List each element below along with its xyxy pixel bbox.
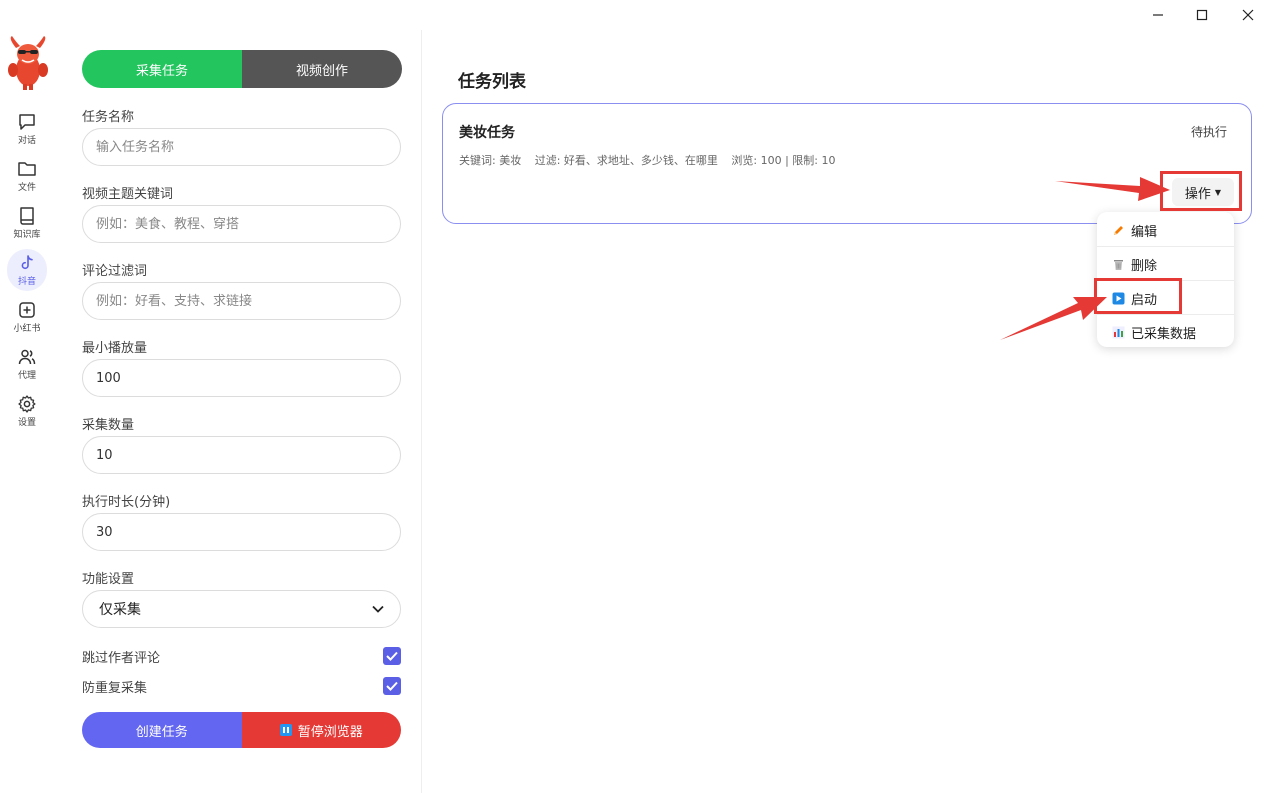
check-icon [386, 681, 398, 691]
maximize-icon [1196, 9, 1208, 21]
caret-down-icon: ▼ [1214, 187, 1222, 197]
chat-icon [19, 114, 35, 130]
menu-item-label: 删除 [1131, 258, 1158, 274]
minimize-button[interactable] [1146, 4, 1170, 26]
task-filter: 过滤: 好看、求地址、多少钱、在哪里 [534, 154, 718, 167]
task-list-title: 任务列表 [458, 72, 526, 92]
tab-video-create[interactable]: 视频创作 [242, 50, 402, 88]
sidebar-item-label: 文件 [17, 183, 36, 193]
keywords-label: 视频主题关键词 [82, 187, 174, 202]
sidebar-item-label: 设置 [17, 418, 36, 428]
bar-chart-icon [1111, 325, 1125, 339]
task-name-label: 任务名称 [82, 110, 135, 125]
sidebar-item-label: 代理 [17, 371, 36, 381]
function-setting-select[interactable]: 仅采集 [82, 590, 401, 628]
sidebar-item-settings[interactable]: 设置 [7, 390, 47, 432]
sidebar-item-files[interactable]: 文件 [7, 155, 47, 197]
task-card: 美妆任务 待执行 关键词: 美妆 过滤: 好看、求地址、多少钱、在哪里 浏览: … [442, 103, 1252, 224]
sidebar-item-label: 小红书 [13, 324, 41, 334]
trash-icon [1111, 257, 1125, 271]
task-name: 美妆任务 [459, 125, 515, 141]
filter-words-input[interactable] [82, 282, 401, 320]
collect-count-label: 采集数量 [82, 418, 135, 433]
sidebar-item-proxy[interactable]: 代理 [7, 343, 47, 385]
check-icon [386, 651, 398, 661]
menu-item-label: 编辑 [1131, 224, 1158, 240]
create-task-button[interactable]: 创建任务 [82, 712, 242, 748]
folder-icon [18, 162, 36, 176]
arrow-to-start-item [1000, 297, 1107, 340]
sidebar-item-xiaohongshu[interactable]: 小红书 [7, 296, 47, 338]
menu-item-start[interactable]: 启动 [1097, 281, 1234, 315]
menu-item-label: 启动 [1131, 292, 1158, 308]
close-button[interactable] [1236, 4, 1260, 26]
minimize-icon [1153, 14, 1163, 16]
menu-item-collected-data[interactable]: 已采集数据 [1097, 315, 1234, 349]
task-limits: 浏览: 100 | 限制: 10 [731, 154, 836, 167]
pause-browser-button[interactable]: 暂停浏览器 [241, 712, 401, 748]
task-status: 待执行 [1190, 125, 1227, 139]
keywords-input[interactable] [82, 205, 401, 243]
sidebar-item-label: 对话 [17, 136, 36, 146]
skip-author-label: 跳过作者评论 [82, 650, 161, 666]
task-meta: 关键词: 美妆 过滤: 好看、求地址、多少钱、在哪里 浏览: 100 | 限制:… [459, 152, 846, 168]
dedupe-row: 防重复采集 [82, 676, 401, 696]
play-icon [1111, 291, 1125, 305]
min-views-input[interactable] [82, 359, 401, 397]
gear-icon [18, 395, 36, 413]
collect-count-input[interactable] [82, 436, 401, 474]
dedupe-checkbox[interactable] [383, 677, 401, 695]
close-icon [1242, 9, 1254, 21]
duration-input[interactable] [82, 513, 401, 551]
sidebar-item-label: 知识库 [13, 230, 41, 240]
menu-item-edit[interactable]: 编辑 [1097, 213, 1234, 247]
icon-sidebar: 对话 文件 知识库 抖音 小红书 代理 设置 [0, 0, 54, 793]
crayfish-logo-icon[interactable] [6, 36, 50, 90]
chevron-down-icon [372, 605, 384, 613]
task-action-button[interactable]: 操作 ▼ [1172, 178, 1234, 206]
skip-author-checkbox[interactable] [383, 647, 401, 665]
duration-label: 执行时长(分钟) [82, 495, 171, 510]
pause-icon [279, 724, 292, 736]
task-form: 采集任务 视频创作 任务名称 视频主题关键词 评论过滤词 最小播放量 采集数量 … [82, 50, 402, 748]
form-actions: 创建任务 暂停浏览器 [82, 712, 401, 748]
sidebar-item-label: 抖音 [17, 277, 36, 287]
tiktok-icon [21, 255, 33, 270]
task-keywords: 关键词: 美妆 [459, 154, 522, 167]
panel-divider [421, 30, 422, 793]
task-name-input[interactable] [82, 128, 401, 166]
menu-item-delete[interactable]: 删除 [1097, 247, 1234, 281]
maximize-button[interactable] [1190, 4, 1214, 26]
pause-browser-label: 暂停浏览器 [297, 724, 363, 740]
pencil-icon [1111, 223, 1125, 237]
plus-square-icon [19, 302, 35, 318]
tab-collect-task[interactable]: 采集任务 [82, 50, 242, 88]
app-window: 对话 文件 知识库 抖音 小红书 代理 设置 采集任务 视频创作 任务名称 输入… [0, 0, 1267, 793]
menu-item-label: 已采集数据 [1131, 326, 1197, 342]
skip-author-row: 跳过作者评论 [82, 646, 401, 666]
action-menu: 编辑 删除 启动 已采集数据 [1097, 212, 1234, 347]
sidebar-item-knowledge[interactable]: 知识库 [7, 202, 47, 244]
mode-tabs: 采集任务 视频创作 [82, 50, 402, 88]
dedupe-label: 防重复采集 [82, 680, 148, 696]
book-icon [20, 207, 34, 225]
task-action-label: 操作 [1184, 186, 1211, 202]
users-icon [18, 349, 36, 365]
function-setting-label: 功能设置 [82, 572, 135, 587]
sidebar-item-chat[interactable]: 对话 [7, 108, 47, 150]
filter-words-label: 评论过滤词 [82, 264, 148, 279]
min-views-label: 最小播放量 [82, 341, 148, 356]
function-setting-value: 仅采集 [99, 602, 141, 618]
sidebar-item-douyin[interactable]: 抖音 [7, 249, 47, 291]
